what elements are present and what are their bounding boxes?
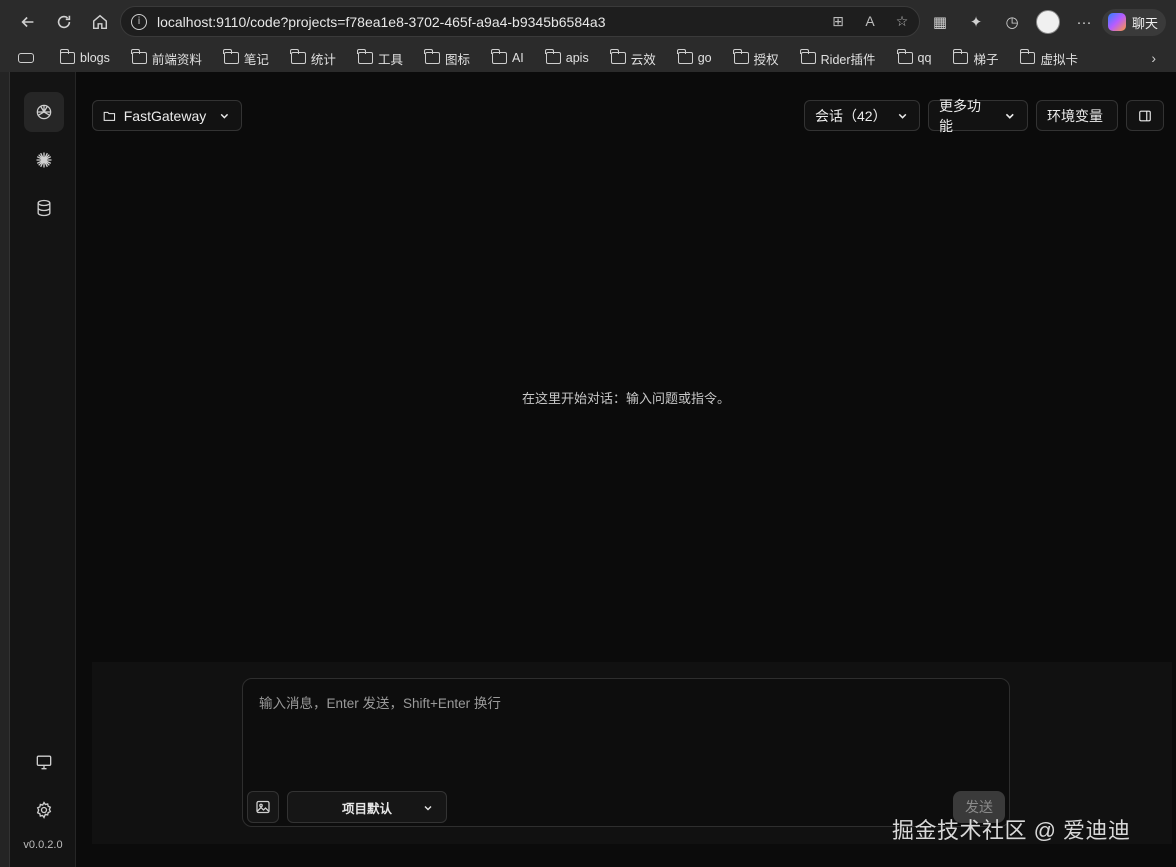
bookmark-item[interactable]: 图标 (424, 49, 470, 68)
folder-icon (290, 49, 306, 64)
copilot-chat-button[interactable]: 聊天 (1102, 8, 1167, 36)
folder-icon (223, 49, 239, 64)
model-select[interactable]: 项目默认 (287, 791, 447, 823)
bookmark-item[interactable]: qq (897, 49, 931, 65)
bookmark-item[interactable]: 云效 (610, 49, 656, 68)
folder-icon (677, 49, 693, 64)
folder-icon (733, 49, 749, 64)
watermark: 掘金技术社区 @ 爱迪迪 (892, 818, 1131, 843)
folder-icon (1019, 49, 1036, 64)
background-page-edge (0, 72, 10, 867)
app-window: v0.0.2.0 FastGateway 会话（42） 更多功能 环境变量 在这… (10, 72, 1176, 867)
folder-icon (545, 49, 561, 64)
home-icon[interactable] (82, 4, 118, 40)
sidebar-panel-icon (1139, 110, 1151, 121)
toggle-panel-button[interactable] (1126, 100, 1164, 131)
bookmark-item[interactable]: AI (491, 49, 524, 65)
bookmark-item[interactable]: 统计 (290, 49, 336, 68)
chevron-down-icon (1006, 113, 1015, 119)
bookmark-item[interactable]: 笔记 (223, 49, 269, 68)
chevron-down-icon (424, 806, 432, 811)
avatar (1036, 10, 1060, 34)
bookmark-item[interactable]: 梯子 (952, 49, 998, 68)
address-bar[interactable]: i localhost:9110/code?projects=f78ea1e8-… (120, 6, 920, 37)
bookmark-item[interactable]: 虚拟卡 (1019, 49, 1078, 68)
bookmark-item[interactable]: blogs (59, 49, 110, 65)
project-name: FastGateway (123, 107, 207, 124)
bookmark-item[interactable]: 工具 (357, 49, 403, 68)
chevron-down-icon (220, 113, 229, 119)
bookmark-item[interactable]: 授权 (733, 49, 779, 68)
bookmark-item[interactable]: Rider插件 (800, 49, 876, 68)
env-vars-button[interactable]: 环境变量 (1036, 100, 1118, 131)
model-select-value: 项目默认 (341, 801, 392, 816)
bookmark-item[interactable]: go (677, 49, 712, 65)
folder-icon (424, 49, 440, 64)
folder-icon (952, 49, 969, 64)
folder-icon (357, 49, 373, 64)
url-text[interactable]: localhost:9110/code?projects=f78ea1e8-37… (157, 14, 606, 30)
qr-code-icon[interactable]: ▦ (922, 4, 958, 40)
project-selector[interactable]: FastGateway (92, 100, 242, 131)
refresh-icon[interactable] (46, 4, 82, 40)
image-icon (256, 800, 270, 814)
bookmark-item[interactable]: apis (545, 49, 589, 65)
chat-label: 聊天 (1132, 15, 1159, 31)
folder-icon (610, 49, 626, 64)
history-icon[interactable]: ◷ (994, 4, 1030, 40)
database-icon[interactable] (24, 188, 64, 228)
folder-icon (491, 49, 507, 64)
back-icon[interactable] (10, 4, 46, 40)
bookmark-item[interactable]: 前端资料 (131, 49, 202, 68)
sidebar: v0.0.2.0 (10, 72, 76, 867)
translate-icon[interactable]: A (861, 11, 879, 31)
openai-icon[interactable] (24, 92, 64, 132)
sessions-dropdown[interactable]: 会话（42） (804, 100, 920, 131)
version-label: v0.0.2.0 (23, 839, 63, 851)
copilot-icon (1108, 13, 1126, 31)
bookmarks-bar: blogs 前端资料 笔记 统计 工具 图标 AI apis 云效 go 授权 … (0, 44, 1176, 72)
message-composer: 项目默认 发送 (242, 678, 1010, 827)
more-features-dropdown[interactable]: 更多功能 (928, 98, 1028, 134)
main-panel: FastGateway 会话（42） 更多功能 环境变量 在这里开始对话：输入问… (76, 72, 1176, 867)
env-vars-label: 环境变量 (1047, 107, 1103, 124)
message-input[interactable] (243, 679, 1009, 779)
app-available-icon[interactable]: ⊞ (829, 11, 847, 31)
sparkle-icon[interactable] (24, 140, 64, 180)
bookmarks-collection-icon[interactable] (18, 53, 34, 63)
folder-icon (800, 49, 816, 64)
gear-icon[interactable] (24, 790, 64, 830)
folder-icon (897, 49, 913, 64)
monitor-icon[interactable] (24, 742, 64, 782)
extensions-icon[interactable]: ✦ (958, 4, 994, 40)
more-features-label: 更多功能 (939, 97, 981, 134)
browser-toolbar: i localhost:9110/code?projects=f78ea1e8-… (0, 0, 1176, 44)
empty-state-hint: 在这里开始对话：输入问题或指令。 (521, 391, 730, 406)
chevron-down-icon (898, 113, 907, 119)
folder-icon (59, 49, 75, 64)
more-menu-icon[interactable]: ··· (1066, 4, 1102, 40)
folder-icon (131, 49, 147, 64)
chevron-right-icon[interactable]: › (1151, 50, 1156, 66)
site-info-icon[interactable]: i (131, 13, 147, 30)
favorite-star-icon[interactable]: ☆ (893, 11, 911, 31)
sessions-label: 会话（42） (815, 107, 887, 124)
profile-avatar[interactable] (1030, 4, 1066, 40)
image-upload-button[interactable] (247, 791, 279, 823)
folder-icon (103, 111, 116, 121)
